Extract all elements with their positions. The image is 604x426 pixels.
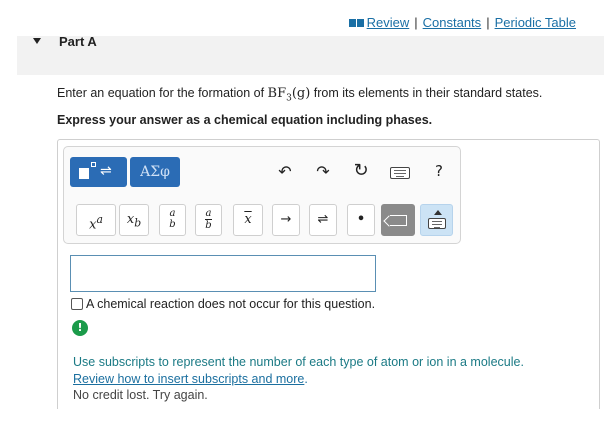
fraction-key[interactable]: ab: [195, 204, 222, 236]
equilibrium-arrow-key[interactable]: ⇌: [309, 204, 337, 236]
no-reaction-checkbox[interactable]: [71, 298, 83, 310]
keyboard-icon: [428, 218, 446, 229]
undo-icon[interactable]: ↶: [276, 162, 294, 182]
part-title: Part A: [59, 34, 97, 49]
subscript-key[interactable]: xb: [119, 204, 149, 236]
answer-input[interactable]: [70, 255, 376, 292]
question-suffix: from its elements in their standard stat…: [310, 86, 543, 100]
feedback-message: Use subscripts to represent the number o…: [73, 355, 524, 369]
answer-instruction: Express your answer as a chemical equati…: [57, 113, 433, 127]
reset-icon[interactable]: ↻: [351, 160, 371, 182]
constants-link[interactable]: Constants: [423, 15, 482, 30]
resource-links: Review | Constants | Periodic Table: [348, 15, 576, 30]
equilibrium-arrow-icon: ⇌: [100, 163, 112, 179]
question-text: Enter an equation for the formation of B…: [57, 86, 542, 104]
periodic-table-link[interactable]: Periodic Table: [495, 15, 576, 30]
book-icon: [348, 18, 364, 27]
chemical-formula: BF3(g): [267, 86, 311, 104]
dot-key[interactable]: •: [347, 204, 375, 236]
help-icon[interactable]: ?: [432, 161, 446, 181]
collapse-caret-icon[interactable]: [33, 38, 41, 44]
delete-key[interactable]: [381, 204, 415, 236]
feedback-link-line: Review how to insert subscripts and more…: [73, 372, 308, 386]
question-prefix: Enter an equation for the formation of: [57, 86, 268, 100]
templates-button[interactable]: ⇌: [70, 157, 127, 187]
stacked-fraction-key[interactable]: ab: [159, 204, 186, 236]
no-reaction-option[interactable]: A chemical reaction does not occur for t…: [71, 297, 375, 311]
caret-up-icon: [434, 210, 442, 215]
no-reaction-label: A chemical reaction does not occur for t…: [86, 297, 376, 311]
redo-icon[interactable]: ↷: [314, 162, 332, 182]
greek-symbols-button[interactable]: ΑΣφ: [130, 157, 180, 187]
reaction-arrow-key[interactable]: →: [272, 204, 300, 236]
keyboard-shortcuts-icon[interactable]: [390, 167, 410, 179]
template-block-icon: [79, 168, 89, 179]
part-header[interactable]: [17, 36, 604, 75]
overline-key[interactable]: x: [233, 204, 263, 236]
feedback-note: No credit lost. Try again.: [73, 388, 208, 402]
alert-icon: !: [72, 320, 88, 336]
link-separator: |: [486, 15, 490, 30]
superscript-key[interactable]: xa: [76, 204, 116, 236]
link-separator: |: [414, 15, 418, 30]
keyboard-toggle-key[interactable]: [420, 204, 453, 236]
subscripts-help-link[interactable]: Review how to insert subscripts and more: [73, 372, 304, 386]
review-link[interactable]: Review: [367, 15, 410, 30]
backspace-icon: [390, 215, 407, 226]
template-slot-icon: [91, 162, 96, 167]
link-period: .: [304, 372, 308, 386]
